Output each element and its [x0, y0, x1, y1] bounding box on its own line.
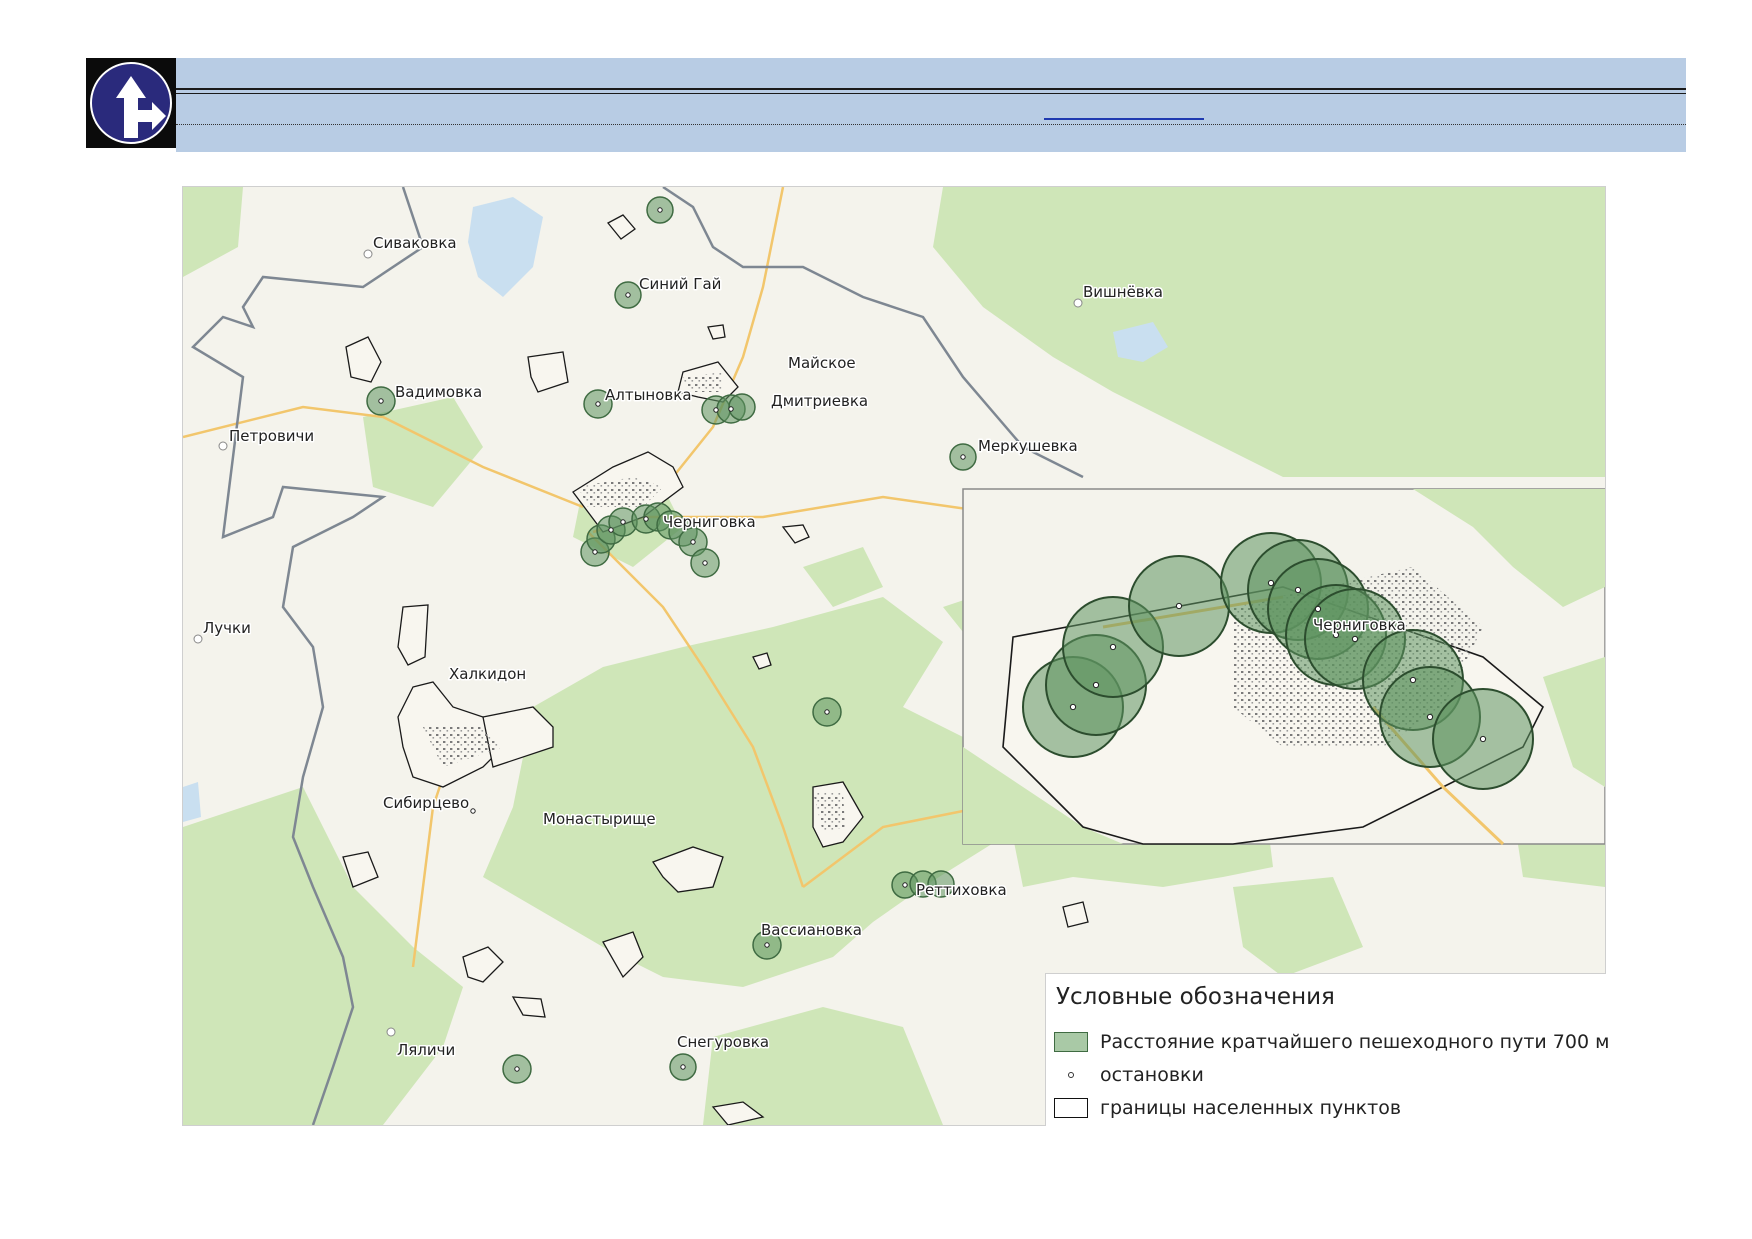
header-band [176, 58, 1686, 152]
label-sibirtsevo: Сибирцево [383, 794, 469, 812]
legend-label-walk-buffer: Расстояние кратчайшего пешеходного пути … [1100, 1031, 1610, 1053]
label-chernigovka: Черниговка [663, 513, 756, 531]
header-rule-thin [176, 93, 1686, 94]
label-monastyrishche: Монастырище [543, 810, 656, 828]
legend-item-walk-buffer: Расстояние кратчайшего пешеходного пути … [1054, 1030, 1609, 1054]
company-logo [86, 58, 176, 148]
map-legend: Условные обозначения Расстояние кратчайш… [1045, 973, 1609, 1126]
label-vishnevka: Вишнёвка [1083, 283, 1163, 301]
label-vassianovka: Вассиановка [761, 921, 862, 939]
logo-emblem-icon [90, 62, 172, 144]
label-petrovichi: Петровичи [229, 427, 314, 445]
label-dmitrievka: Дмитриевка [771, 392, 868, 410]
walk-buffer-swatch-icon [1054, 1032, 1088, 1052]
header-link[interactable] [1044, 118, 1204, 120]
label-lyalichi: Ляличи [397, 1041, 455, 1059]
bus-stop-icon [1054, 1065, 1088, 1085]
header-dotted-rule [176, 124, 1686, 125]
legend-title: Условные обозначения [1056, 984, 1335, 1010]
legend-label-stops: остановки [1100, 1064, 1204, 1086]
label-siniy-gay: Синий Гай [639, 275, 721, 293]
label-vadimovka: Вадимовка [395, 383, 482, 401]
label-altynovka: Алтыновка [605, 386, 692, 404]
legend-item-boundaries: границы населенных пунктов [1054, 1096, 1401, 1120]
inset-label-chernigovka: Черниговка [1313, 616, 1406, 634]
label-rettikhovka: Реттиховка [916, 881, 1007, 899]
label-mayskoe: Майское [788, 354, 856, 372]
page-header [86, 58, 1686, 152]
label-snegurovka: Снегуровка [677, 1033, 769, 1051]
boundary-swatch-icon [1054, 1098, 1088, 1118]
label-sivakovka: Сиваковка [373, 234, 457, 252]
label-merkushevka: Меркушевка [978, 437, 1078, 455]
label-khalkidon: Халкидон [449, 665, 526, 683]
legend-label-boundaries: границы населенных пунктов [1100, 1097, 1402, 1119]
header-rule [176, 88, 1686, 90]
inset-map-chernigovka[interactable]: Черниговка [962, 488, 1605, 846]
legend-item-stops: остановки [1054, 1063, 1204, 1087]
label-luchki: Лучки [203, 619, 251, 637]
